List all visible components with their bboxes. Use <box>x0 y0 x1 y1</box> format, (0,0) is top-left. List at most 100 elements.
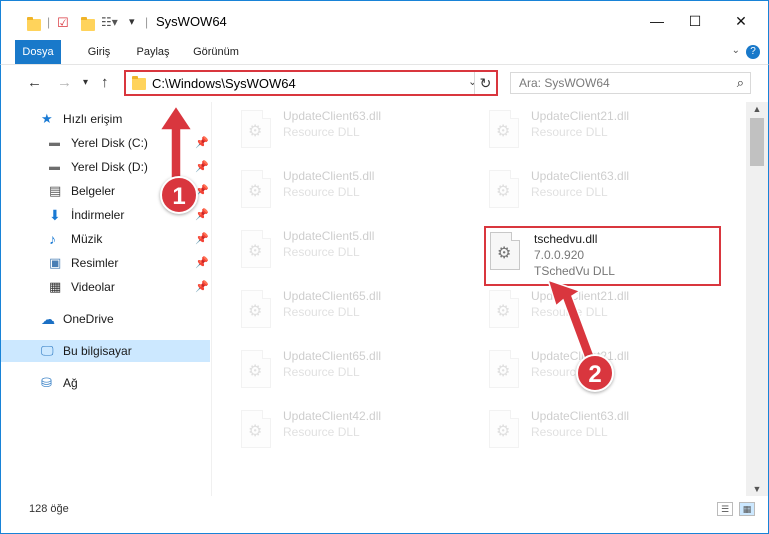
folder-icon <box>132 76 146 90</box>
list-item[interactable]: ⚙ UpdateClient63.dll Resource DLL <box>479 404 719 456</box>
target-file-tschedvu[interactable]: ⚙ tschedvu.dll 7.0.0.920 TSchedVu DLL <box>484 226 721 286</box>
nav-music[interactable]: ♪ Müzik 📌 <box>1 228 210 250</box>
star-icon: ★ <box>41 111 53 126</box>
maximize-icon[interactable]: ☐ <box>683 9 707 33</box>
refresh-icon[interactable]: ↻ <box>474 72 496 94</box>
video-icon: ▦ <box>49 279 62 294</box>
list-item[interactable]: ⚙ UpdateClient65.dll Resource DLL <box>231 284 471 336</box>
file-version: 7.0.0.920 <box>534 248 585 262</box>
dll-file-icon: ⚙ <box>489 350 519 388</box>
dll-file-icon: ⚙ <box>241 110 271 148</box>
minimize-icon[interactable]: — <box>645 9 669 33</box>
address-path[interactable]: C:\Windows\SysWOW64 <box>152 76 296 91</box>
nav-network[interactable]: ⛁ Ağ <box>1 372 210 394</box>
close-icon[interactable]: ✕ <box>729 9 753 33</box>
gear-icon: ⚙ <box>496 303 511 320</box>
folder-icon[interactable] <box>27 17 41 31</box>
nav-this-pc[interactable]: 🖵 Bu bilgisayar <box>1 340 210 362</box>
tiles-view-icon[interactable]: ▦ <box>739 502 755 516</box>
customize-quick-access-icon[interactable]: ☷▾ <box>101 15 118 31</box>
list-item[interactable]: ⚙ UpdateClient65.dll Resource DLL <box>231 344 471 396</box>
back-arrow-icon[interactable]: ← <box>27 74 42 91</box>
list-item[interactable]: ⚙ UpdateClient21.dll Resource DLL <box>479 104 719 156</box>
list-item[interactable]: ⚙ UpdateClient5.dll Resource DLL <box>231 224 471 276</box>
expand-ribbon-icon[interactable]: ⌄ <box>732 45 740 56</box>
pin-icon[interactable]: 📌 <box>195 276 209 298</box>
pin-icon[interactable]: 📌 <box>195 132 209 154</box>
dll-file-icon: ⚙ <box>241 350 271 388</box>
dll-file-icon: ⚙ <box>241 410 271 448</box>
gear-icon: ⚙ <box>496 423 511 440</box>
search-icon[interactable]: ⌕ <box>737 75 744 91</box>
dll-file-icon: ⚙ <box>490 232 520 270</box>
vertical-scrollbar[interactable]: ▲ ▼ <box>746 102 768 496</box>
address-row: ← → ▾ ↑ C:\Windows\SysWOW64 ⌄ ↻ Ara: Sys… <box>0 64 769 102</box>
nav-drive-d[interactable]: ▬ Yerel Disk (D:) 📌 <box>1 156 210 178</box>
pin-icon[interactable]: 📌 <box>195 156 209 178</box>
gear-icon: ⚙ <box>496 183 511 200</box>
pin-icon[interactable]: 📌 <box>195 252 209 274</box>
pin-icon[interactable]: 📌 <box>195 228 209 250</box>
gear-icon: ⚙ <box>248 423 263 440</box>
download-icon: ⬇ <box>49 207 61 223</box>
music-icon: ♪ <box>49 231 56 247</box>
gear-icon: ⚙ <box>248 183 263 200</box>
separator: | <box>47 15 51 29</box>
file-list: ⚙ UpdateClient63.dll Resource DLL ⚙ Upda… <box>223 102 745 496</box>
gear-icon: ⚙ <box>496 123 511 140</box>
gear-icon: ⚙ <box>248 363 263 380</box>
tab-view[interactable]: Görünüm <box>187 40 245 64</box>
file-description: TSchedVu DLL <box>534 264 615 278</box>
gear-icon: ⚙ <box>496 363 511 380</box>
scroll-up-icon[interactable]: ▲ <box>746 104 768 114</box>
list-item[interactable]: ⚙ UpdateClient63.dll Resource DLL <box>231 104 471 156</box>
pictures-icon: ▣ <box>49 255 62 270</box>
nav-onedrive[interactable]: ☁ OneDrive <box>1 308 210 330</box>
drive-icon: ▬ <box>49 161 60 173</box>
help-icon[interactable]: ? <box>746 45 760 59</box>
ribbon-tabs: Dosya Giriş Paylaş Görünüm ⌄ ? <box>0 40 769 92</box>
nav-quick-access[interactable]: ★ Hızlı erişim <box>1 108 210 130</box>
details-view-icon[interactable]: ☰ <box>717 502 733 516</box>
file-name: tschedvu.dll <box>534 232 598 246</box>
separator: | <box>145 15 149 29</box>
pin-icon[interactable]: 📌 <box>195 204 209 226</box>
title-bar: | ☑ ☷▾ ▾ | SysWOW64 — ☐ ✕ <box>0 0 769 40</box>
gear-icon: ⚙ <box>497 245 512 262</box>
list-item[interactable]: ⚙ UpdateClient42.dll Resource DLL <box>231 404 471 456</box>
dropdown-arrow-icon[interactable]: ▾ <box>129 15 135 31</box>
list-item[interactable]: ⚙ UpdateClient63.dll Resource DLL <box>479 164 719 216</box>
drive-icon: ▬ <box>49 137 60 149</box>
address-bar[interactable]: C:\Windows\SysWOW64 ⌄ ↻ <box>124 70 498 96</box>
pane-splitter[interactable] <box>211 102 212 496</box>
scroll-thumb[interactable] <box>750 118 764 166</box>
list-item[interactable]: ⚙ UpdateClient5.dll Resource DLL <box>231 164 471 216</box>
search-input[interactable]: Ara: SysWOW64 ⌕ <box>510 72 751 94</box>
recent-locations-icon[interactable]: ▾ <box>83 77 88 88</box>
nav-drive-c[interactable]: ▬ Yerel Disk (C:) 📌 <box>1 132 210 154</box>
list-item[interactable]: ⚙ UpdateClient21.dll Resource DLL <box>479 284 719 336</box>
network-icon: ⛁ <box>41 375 52 390</box>
gear-icon: ⚙ <box>248 123 263 140</box>
search-placeholder: Ara: SysWOW64 <box>519 76 610 90</box>
navigation-pane: ★ Hızlı erişim ▬ Yerel Disk (C:) 📌 ▬ Yer… <box>1 102 211 496</box>
step-marker-1: 1 <box>160 176 198 214</box>
new-folder-icon[interactable] <box>81 17 95 31</box>
dll-file-icon: ⚙ <box>241 290 271 328</box>
computer-icon: 🖵 <box>41 343 54 358</box>
document-icon: ▤ <box>49 183 62 198</box>
cloud-icon: ☁ <box>41 311 55 327</box>
forward-arrow-icon[interactable]: → <box>57 74 72 91</box>
up-arrow-icon[interactable]: ↑ <box>101 74 109 91</box>
status-bar: 128 öğe ☰ ▦ <box>0 496 769 534</box>
tab-home[interactable]: Giriş <box>79 40 119 64</box>
dll-file-icon: ⚙ <box>489 290 519 328</box>
nav-pictures[interactable]: ▣ Resimler 📌 <box>1 252 210 274</box>
dll-file-icon: ⚙ <box>489 410 519 448</box>
tab-share[interactable]: Paylaş <box>129 40 177 64</box>
properties-icon[interactable]: ☑ <box>57 15 69 31</box>
scroll-down-icon[interactable]: ▼ <box>746 484 768 494</box>
dll-file-icon: ⚙ <box>241 170 271 208</box>
item-count: 128 öğe <box>29 503 69 515</box>
nav-videos[interactable]: ▦ Videolar 📌 <box>1 276 210 298</box>
